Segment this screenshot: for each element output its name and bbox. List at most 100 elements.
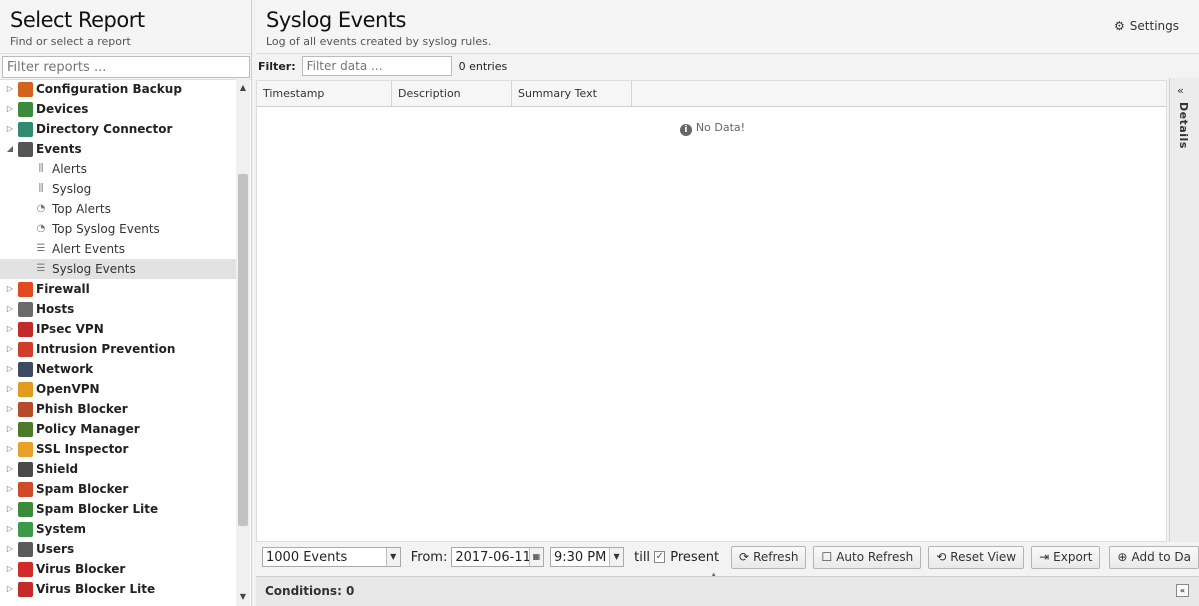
pie-chart-icon: ◔	[36, 223, 46, 234]
tree-app-label: Virus Blocker	[36, 562, 126, 576]
refresh-icon: ⟳	[739, 550, 750, 564]
entries-count: 0 entries	[458, 59, 508, 73]
data-filter-input[interactable]	[301, 56, 452, 76]
collapsed-arrow-icon[interactable]: ▷	[5, 79, 15, 99]
report-filter-input[interactable]	[2, 56, 250, 78]
reset-view-button[interactable]: ⟲ Reset View	[928, 545, 1025, 569]
firewall-icon	[18, 281, 33, 297]
scroll-up-arrow-icon[interactable]: ▲	[236, 81, 250, 95]
add-to-dashboard-label: Add to Da	[1131, 550, 1191, 564]
tree-report-alert-events[interactable]: ☰ Alert Events	[0, 239, 236, 259]
tree-app-firewall[interactable]: ▷ Firewall	[0, 279, 236, 299]
details-label: Details	[1177, 102, 1190, 149]
shield-icon	[18, 461, 33, 477]
tree-app-system[interactable]: ▷ System	[0, 519, 236, 539]
tree-app-devices[interactable]: ▷ Devices	[0, 99, 236, 119]
calendar-icon[interactable]: ▦	[528, 548, 543, 566]
bar-chart-icon: ⫼	[38, 163, 44, 174]
tree-app-directory-connector[interactable]: ▷ Directory Connector	[0, 119, 236, 139]
tree-report-top-alerts[interactable]: ◔ Top Alerts	[0, 199, 236, 219]
collapsed-arrow-icon[interactable]: ▷	[5, 479, 15, 499]
collapsed-arrow-icon[interactable]: ▷	[5, 279, 15, 299]
tree-app-label: IPsec VPN	[36, 322, 104, 336]
collapsed-arrow-icon[interactable]: ▷	[5, 419, 15, 439]
tree-app-virus-blocker[interactable]: ▷ Virus Blocker	[0, 559, 236, 579]
collapsed-arrow-icon[interactable]: ▷	[5, 439, 15, 459]
tree-app-virus-blocker-lite[interactable]: ▷ Virus Blocker Lite	[0, 579, 236, 599]
collapsed-arrow-icon[interactable]: ▷	[5, 379, 15, 399]
column-header-description[interactable]: Description	[392, 81, 512, 106]
tree-app-policy-manager[interactable]: ▷ Policy Manager	[0, 419, 236, 439]
checkbox-empty-icon: ☐	[821, 550, 833, 564]
reset-icon: ⟲	[936, 550, 947, 564]
tree-app-hosts[interactable]: ▷ Hosts	[0, 299, 236, 319]
tree-report-syslog-events[interactable]: ☰ Syslog Events	[0, 259, 236, 279]
expand-up-icon[interactable]: «	[1176, 584, 1189, 597]
tree-app-ssl-inspector[interactable]: ▷ SSL Inspector	[0, 439, 236, 459]
tree-report-top-syslog-events[interactable]: ◔ Top Syslog Events	[0, 219, 236, 239]
tree-app-spam-blocker-lite[interactable]: ▷ Spam Blocker Lite	[0, 499, 236, 519]
tree-report-alerts[interactable]: ⫼ Alerts	[0, 159, 236, 179]
column-header-summary-text[interactable]: Summary Text	[512, 81, 632, 106]
scroll-down-arrow-icon[interactable]: ▼	[236, 590, 250, 604]
users-icon	[18, 541, 33, 557]
tree-app-phish-blocker[interactable]: ▷ Phish Blocker	[0, 399, 236, 419]
chevron-down-icon[interactable]: ▼	[609, 548, 624, 566]
collapsed-arrow-icon[interactable]: ▷	[5, 339, 15, 359]
conditions-bar[interactable]: Conditions: 0 «	[256, 576, 1199, 606]
tree-app-label: Shield	[36, 462, 79, 476]
events-grid: Timestamp Description Summary Text i No D…	[256, 80, 1167, 542]
expanded-arrow-icon[interactable]: ◢	[5, 139, 15, 159]
network-icon	[18, 361, 33, 377]
virus-icon	[18, 561, 33, 577]
report-tree: ▷ Configuration Backup ▷ Devices ▷ Directory …	[0, 79, 236, 606]
tree-app-events[interactable]: ◢ Events	[0, 139, 236, 159]
collapsed-arrow-icon[interactable]: ▷	[5, 559, 15, 579]
report-filter-wrap	[0, 54, 251, 80]
collapsed-arrow-icon[interactable]: ▷	[5, 519, 15, 539]
auto-refresh-button[interactable]: ☐ Auto Refresh	[813, 545, 922, 569]
tree-scrollbar[interactable]: ▲ ▼	[236, 79, 250, 606]
tree-app-network[interactable]: ▷ Network	[0, 359, 236, 379]
tree-app-configuration-backup[interactable]: ▷ Configuration Backup	[0, 79, 236, 99]
tree-app-users[interactable]: ▷ Users	[0, 539, 236, 559]
events-limit-select[interactable]: 1000 Events ▼	[262, 547, 401, 567]
collapsed-arrow-icon[interactable]: ▷	[5, 99, 15, 119]
tree-app-intrusion-prevention[interactable]: ▷ Intrusion Prevention	[0, 339, 236, 359]
tree-app-label: Policy Manager	[36, 422, 140, 436]
details-panel-collapsed[interactable]: « Details	[1169, 78, 1199, 544]
settings-button[interactable]: ⚙ Settings	[1114, 19, 1179, 33]
chevron-down-icon[interactable]: ▼	[385, 548, 400, 566]
from-date-field[interactable]: 2017-06-11 ▦	[451, 547, 544, 567]
tree-app-shield[interactable]: ▷ Shield	[0, 459, 236, 479]
refresh-button[interactable]: ⟳ Refresh	[731, 545, 807, 569]
collapsed-arrow-icon[interactable]: ▷	[5, 299, 15, 319]
collapsed-arrow-icon[interactable]: ▷	[5, 119, 15, 139]
pie-chart-icon: ◔	[36, 203, 46, 214]
from-time-value: 9:30 PM	[553, 549, 607, 565]
collapsed-arrow-icon[interactable]: ▷	[5, 399, 15, 419]
tree-app-label: Users	[36, 542, 75, 556]
tree-report-label: Alert Events	[52, 242, 126, 256]
collapsed-arrow-icon[interactable]: ▷	[5, 359, 15, 379]
no-data-text: No Data!	[695, 121, 746, 134]
devices-icon	[18, 101, 33, 117]
add-to-dashboard-button[interactable]: ⊕ Add to Da	[1109, 545, 1199, 569]
from-time-select[interactable]: 9:30 PM ▼	[549, 547, 625, 567]
collapsed-arrow-icon[interactable]: ▷	[5, 539, 15, 559]
column-header-timestamp[interactable]: Timestamp	[257, 81, 392, 106]
present-checkbox[interactable]: ✓	[654, 551, 666, 563]
scroll-thumb[interactable]	[238, 174, 248, 526]
collapsed-arrow-icon[interactable]: ▷	[5, 319, 15, 339]
collapsed-arrow-icon[interactable]: ▷	[5, 579, 15, 599]
tree-app-label: Directory Connector	[36, 122, 173, 136]
export-button[interactable]: ⇥ Export	[1031, 545, 1101, 569]
tree-report-syslog[interactable]: ⫼ Syslog	[0, 179, 236, 199]
collapsed-arrow-icon[interactable]: ▷	[5, 499, 15, 519]
tree-app-openvpn[interactable]: ▷ OpenVPN	[0, 379, 236, 399]
collapsed-arrow-icon[interactable]: ▷	[5, 459, 15, 479]
tree-app-spam-blocker[interactable]: ▷ Spam Blocker	[0, 479, 236, 499]
policy-icon	[18, 421, 33, 437]
tree-app-ipsec-vpn[interactable]: ▷ IPsec VPN	[0, 319, 236, 339]
expand-left-icon[interactable]: «	[1177, 84, 1184, 97]
